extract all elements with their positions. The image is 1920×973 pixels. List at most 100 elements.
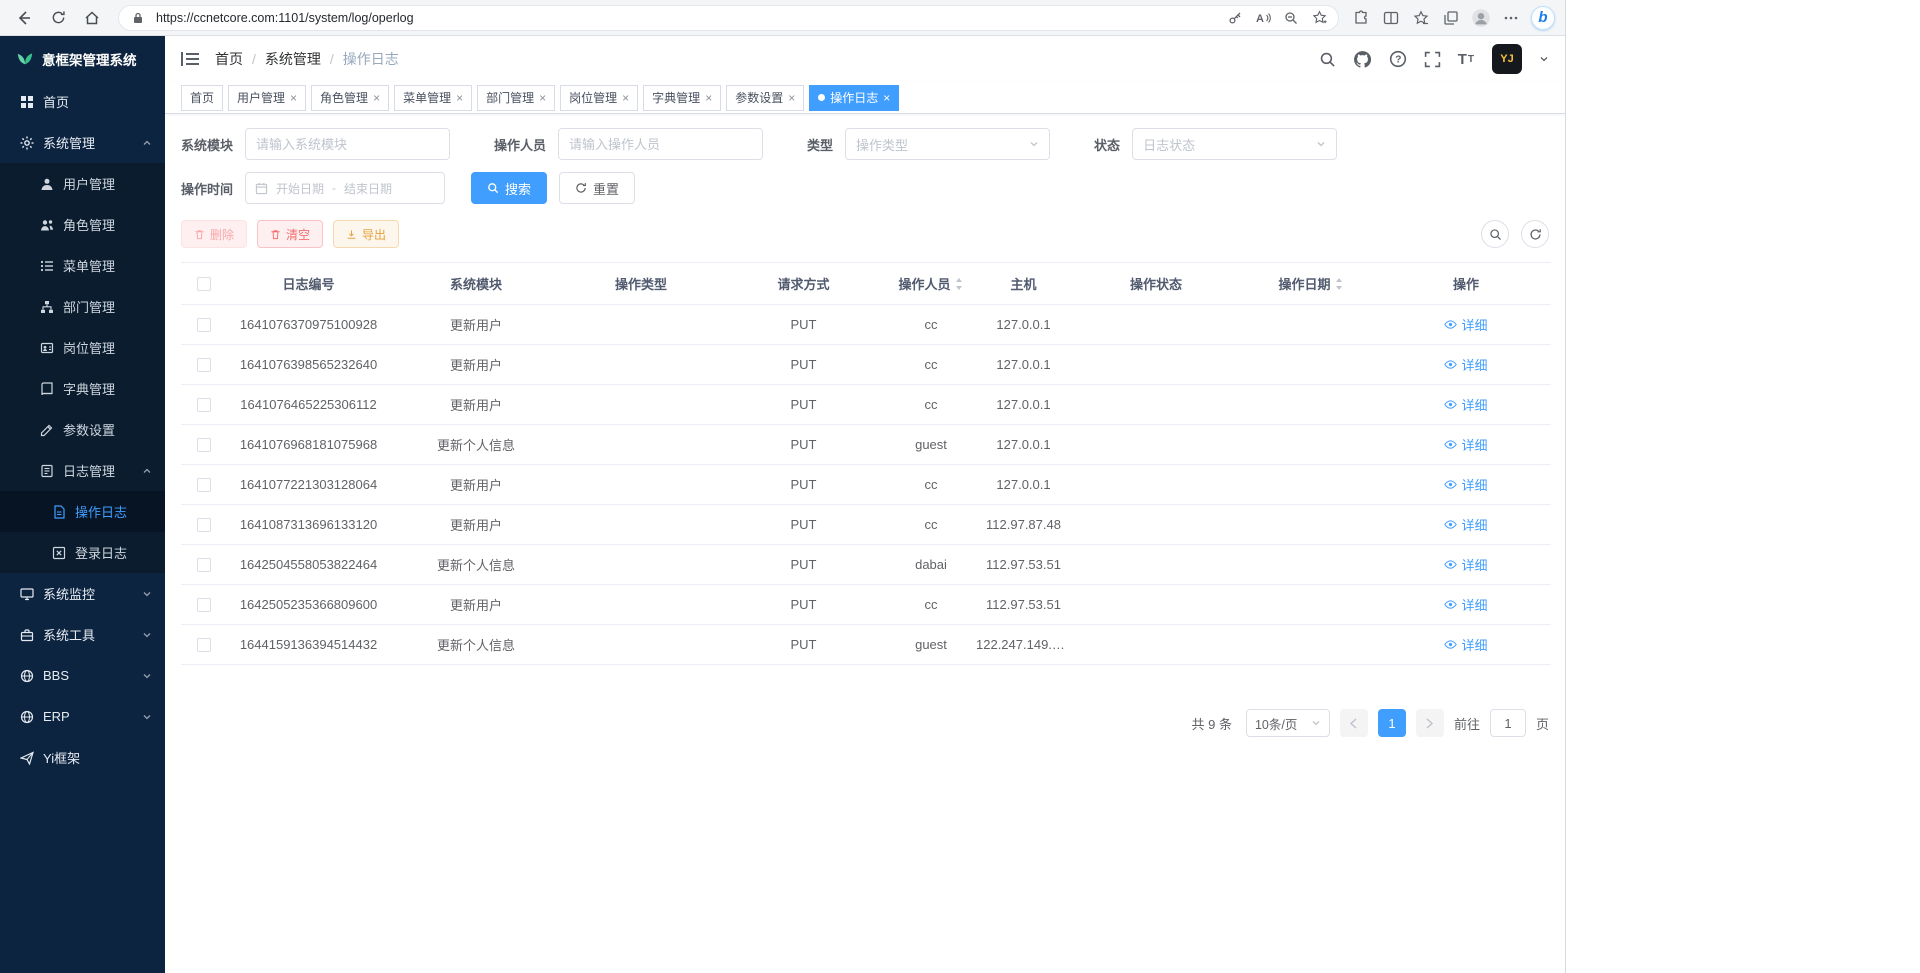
reset-button[interactable]: 重置 [559, 172, 635, 204]
more-menu-icon[interactable] [1501, 8, 1521, 28]
search-button[interactable]: 搜索 [471, 172, 547, 204]
sidebar-item-dept-mgmt[interactable]: 部门管理 [0, 286, 165, 327]
sidebar-item-post-mgmt[interactable]: 岗位管理 [0, 327, 165, 368]
detail-link[interactable]: 详细 [1444, 355, 1487, 374]
sidebar-item-role-mgmt[interactable]: 角色管理 [0, 204, 165, 245]
close-icon[interactable]: × [373, 92, 380, 104]
sidebar-item-menu-mgmt[interactable]: 菜单管理 [0, 245, 165, 286]
sidebar-toggle-icon[interactable] [181, 51, 199, 67]
refresh-table-icon[interactable] [1521, 220, 1549, 248]
close-icon[interactable]: × [788, 92, 795, 104]
sidebar-item-user-mgmt[interactable]: 用户管理 [0, 163, 165, 204]
detail-link[interactable]: 详细 [1444, 635, 1487, 654]
page-number-1[interactable]: 1 [1378, 709, 1406, 737]
tab-operation-log[interactable]: 操作日志× [809, 85, 899, 111]
close-icon[interactable]: × [622, 92, 629, 104]
tab-dict-mgmt[interactable]: 字典管理× [643, 85, 721, 111]
sidebar-item-system-monitor[interactable]: 系统监控 [0, 573, 165, 614]
sidebar-item-erp[interactable]: ERP [0, 696, 165, 737]
breadcrumb-home[interactable]: 首页 [215, 49, 243, 69]
help-icon[interactable]: ? [1389, 50, 1407, 68]
favorites-bar-icon[interactable] [1411, 8, 1431, 28]
font-size-icon[interactable]: TT [1458, 51, 1475, 68]
goto-page-input[interactable] [1490, 709, 1526, 737]
sidebar-item-param-settings[interactable]: 参数设置 [0, 409, 165, 450]
tab-post-mgmt[interactable]: 岗位管理× [560, 85, 638, 111]
delete-button[interactable]: 删除 [181, 220, 247, 248]
select-all-checkbox[interactable] [197, 277, 211, 291]
refresh-page-button[interactable] [44, 4, 72, 32]
address-bar[interactable]: https://ccnetcore.com:1101/system/log/op… [118, 5, 1339, 31]
row-checkbox[interactable] [197, 318, 211, 332]
sidebar-item-dict-mgmt[interactable]: 字典管理 [0, 368, 165, 409]
detail-link[interactable]: 详细 [1444, 555, 1487, 574]
export-button[interactable]: 导出 [333, 220, 399, 248]
row-checkbox[interactable] [197, 358, 211, 372]
detail-link[interactable]: 详细 [1444, 595, 1487, 614]
row-checkbox[interactable] [197, 518, 211, 532]
password-key-icon[interactable] [1225, 8, 1245, 28]
tab-user-mgmt[interactable]: 用户管理× [228, 85, 306, 111]
prev-page-button[interactable] [1340, 709, 1368, 737]
zoom-out-icon[interactable] [1281, 8, 1301, 28]
detail-link[interactable]: 详细 [1444, 515, 1487, 534]
chevron-down-icon [1311, 718, 1321, 728]
col-date-sort[interactable]: 操作日期 [1278, 274, 1343, 293]
detail-link[interactable]: 详细 [1444, 435, 1487, 454]
tab-home[interactable]: 首页 [181, 85, 223, 111]
row-checkbox[interactable] [197, 638, 211, 652]
search-icon[interactable] [1319, 51, 1336, 68]
row-checkbox[interactable] [197, 398, 211, 412]
tab-param-settings[interactable]: 参数设置× [726, 85, 804, 111]
sidebar-item-home[interactable]: 首页 [0, 81, 165, 122]
clear-button[interactable]: 清空 [257, 220, 323, 248]
favorite-star-icon[interactable] [1309, 8, 1329, 28]
profile-avatar[interactable] [1471, 8, 1491, 28]
date-range-picker[interactable]: 开始日期 - 结束日期 [245, 172, 445, 204]
detail-link[interactable]: 详细 [1444, 395, 1487, 414]
detail-link[interactable]: 详细 [1444, 475, 1487, 494]
row-checkbox[interactable] [197, 598, 211, 612]
close-icon[interactable]: × [456, 92, 463, 104]
close-icon[interactable]: × [705, 92, 712, 104]
row-checkbox[interactable] [197, 438, 211, 452]
url-text[interactable]: https://ccnetcore.com:1101/system/log/op… [156, 11, 1217, 25]
user-avatar[interactable]: YJ [1492, 44, 1522, 74]
caret-down-icon[interactable] [1539, 54, 1549, 64]
sidebar-item-bbs[interactable]: BBS [0, 655, 165, 696]
breadcrumb-system[interactable]: 系统管理 [265, 49, 321, 69]
tab-dept-mgmt[interactable]: 部门管理× [477, 85, 555, 111]
operator-input[interactable] [558, 128, 763, 160]
close-icon[interactable]: × [539, 92, 546, 104]
next-page-button[interactable] [1416, 709, 1444, 737]
read-aloud-icon[interactable]: A [1253, 8, 1273, 28]
tab-role-mgmt[interactable]: 角色管理× [311, 85, 389, 111]
fullscreen-icon[interactable] [1424, 51, 1441, 68]
close-icon[interactable]: × [290, 92, 297, 104]
github-icon[interactable] [1353, 50, 1372, 69]
back-button[interactable] [10, 4, 38, 32]
collections-icon[interactable] [1441, 8, 1461, 28]
type-select[interactable]: 操作类型 [845, 128, 1050, 160]
row-checkbox[interactable] [197, 478, 211, 492]
page-size-select[interactable]: 10条/页 [1246, 709, 1330, 737]
detail-link[interactable]: 详细 [1444, 315, 1487, 334]
home-button[interactable] [78, 4, 106, 32]
sidebar-item-system[interactable]: 系统管理 [0, 122, 165, 163]
status-select[interactable]: 日志状态 [1132, 128, 1337, 160]
sidebar-item-yi-framework[interactable]: Yi框架 [0, 737, 165, 778]
col-operator-sort[interactable]: 操作人员 [898, 274, 963, 293]
extensions-icon[interactable] [1351, 8, 1371, 28]
sidebar-item-log-mgmt[interactable]: 日志管理 [0, 450, 165, 491]
tab-menu-mgmt[interactable]: 菜单管理× [394, 85, 472, 111]
split-screen-icon[interactable] [1381, 8, 1401, 28]
copilot-bing-icon[interactable]: b [1531, 6, 1555, 30]
module-input[interactable] [245, 128, 450, 160]
sidebar-item-system-tools[interactable]: 系统工具 [0, 614, 165, 655]
sidebar-item-login-log[interactable]: 登录日志 [0, 532, 165, 573]
close-icon[interactable]: × [883, 92, 890, 104]
toggle-search-icon[interactable] [1481, 220, 1509, 248]
sidebar-item-operation-log[interactable]: 操作日志 [0, 491, 165, 532]
row-checkbox[interactable] [197, 558, 211, 572]
type-label: 类型 [807, 135, 833, 154]
